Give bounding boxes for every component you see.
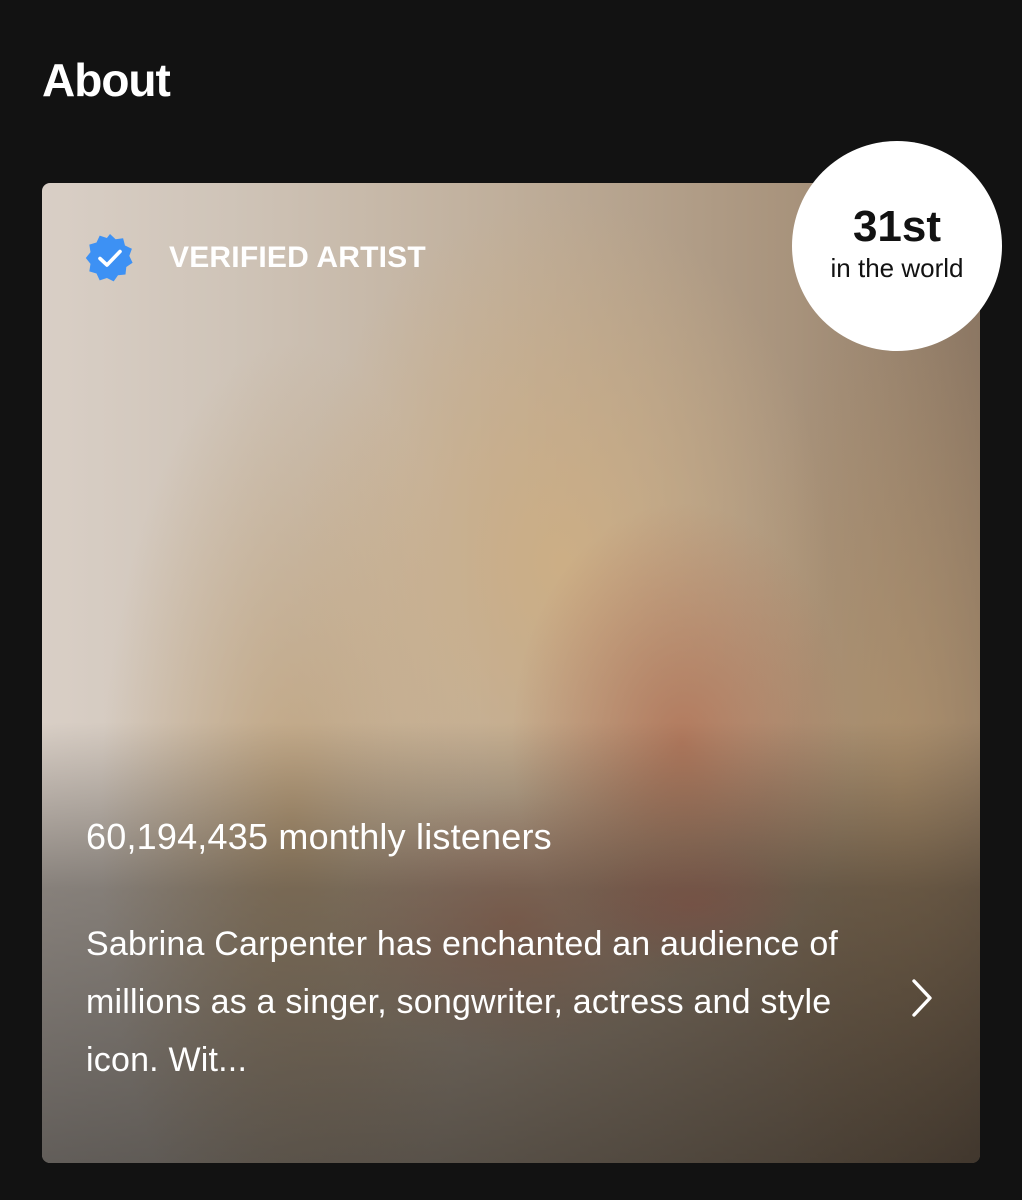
section-title: About bbox=[42, 54, 171, 106]
about-section: About VERIFIED ARTIST 60,194,435 monthly… bbox=[0, 0, 1022, 1200]
chevron-right-icon[interactable] bbox=[902, 978, 942, 1018]
verified-artist-row: VERIFIED ARTIST bbox=[85, 233, 426, 283]
world-rank-number: 31st bbox=[852, 202, 942, 251]
monthly-listeners: 60,194,435 monthly listeners bbox=[86, 816, 552, 857]
verified-artist-label: VERIFIED ARTIST bbox=[169, 241, 426, 274]
world-rank-caption: in the world bbox=[830, 253, 964, 283]
verified-check-icon bbox=[85, 233, 135, 283]
artist-bio: Sabrina Carpenter has enchanted an audie… bbox=[86, 925, 839, 1079]
world-rank-badge: 31st in the world bbox=[792, 141, 1002, 351]
